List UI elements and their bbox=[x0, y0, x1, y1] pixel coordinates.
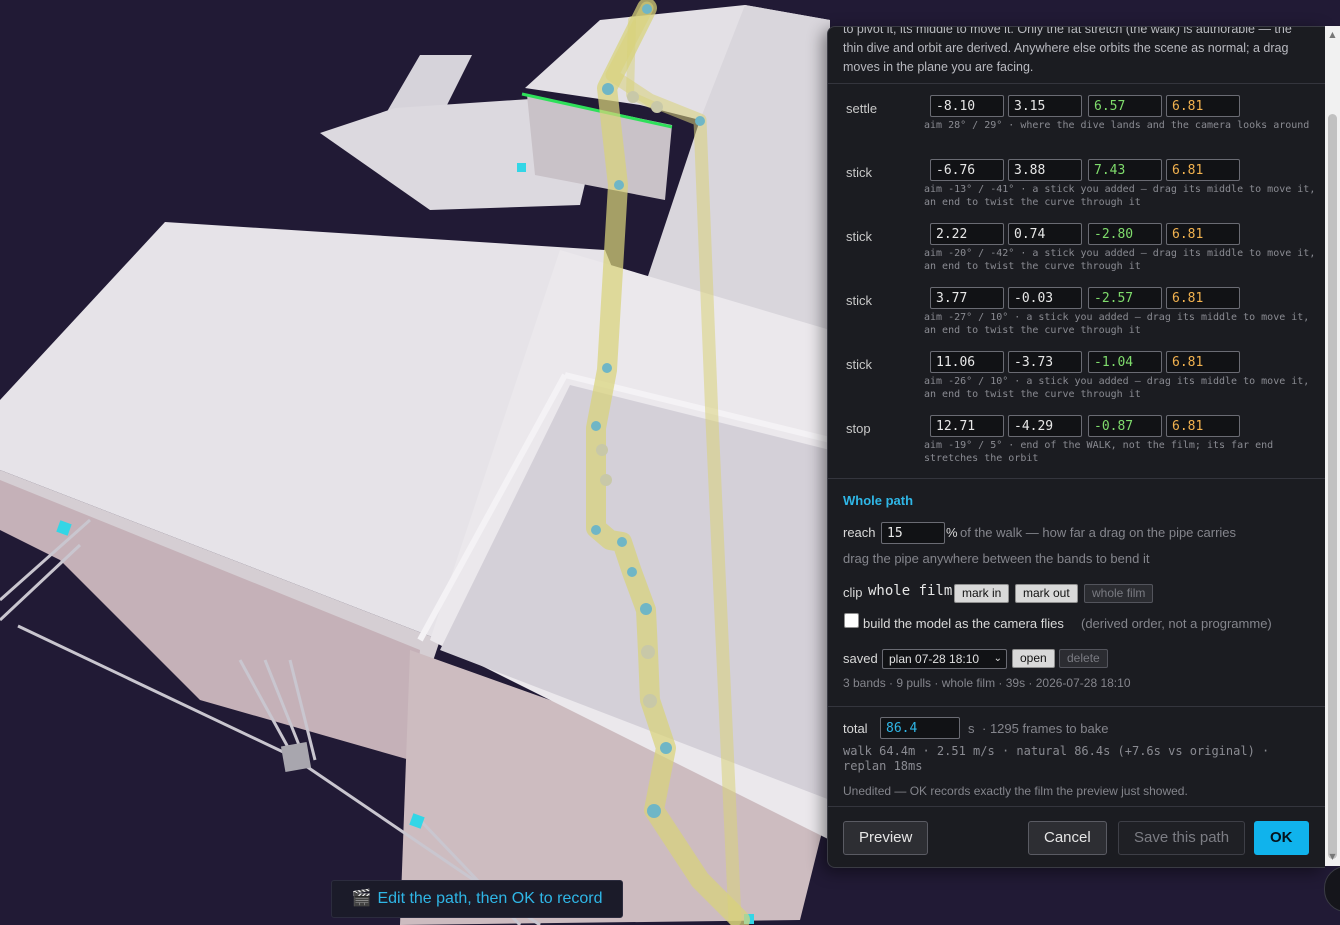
reach-label: reach bbox=[843, 525, 876, 540]
x-input[interactable] bbox=[930, 351, 1004, 373]
walk-stats: walk 64.4m · 2.51 m/s · natural 86.4s (+… bbox=[843, 744, 1270, 773]
whole-path-title: Whole path bbox=[843, 493, 914, 508]
toast-text: Edit the path, then OK to record bbox=[377, 890, 603, 907]
total-seconds-input[interactable] bbox=[880, 717, 960, 739]
panel-scrollbar[interactable]: ▲ ▼ bbox=[1325, 26, 1340, 866]
x-input[interactable] bbox=[930, 223, 1004, 245]
point-name: settle bbox=[846, 101, 878, 116]
total-unit: s bbox=[968, 721, 975, 736]
mark-in-button[interactable]: mark in bbox=[954, 584, 1010, 603]
height-input[interactable] bbox=[1166, 287, 1240, 309]
point-name: stop bbox=[846, 421, 871, 436]
y-input[interactable] bbox=[1088, 287, 1162, 309]
z-input[interactable] bbox=[1008, 351, 1082, 373]
point-name: stick bbox=[846, 357, 872, 372]
ok-button[interactable]: OK bbox=[1254, 821, 1309, 855]
preview-button[interactable]: Preview bbox=[843, 821, 929, 855]
x-input[interactable] bbox=[930, 415, 1004, 437]
path-editor-panel: to pivot it, its middle to move it. Only… bbox=[827, 26, 1325, 868]
delete-button[interactable]: delete bbox=[1059, 649, 1108, 668]
x-input[interactable] bbox=[930, 287, 1004, 309]
saved-label: saved bbox=[843, 651, 878, 666]
height-input[interactable] bbox=[1166, 415, 1240, 437]
open-button[interactable]: open bbox=[1012, 649, 1055, 668]
y-input[interactable] bbox=[1088, 223, 1162, 245]
point-name: stick bbox=[846, 293, 872, 308]
z-input[interactable] bbox=[1008, 159, 1082, 181]
frames-to-bake: · 1295 frames to bake bbox=[982, 721, 1109, 736]
scrollbar-thumb[interactable] bbox=[1328, 114, 1337, 859]
z-input[interactable] bbox=[1008, 287, 1082, 309]
edit-status: Unedited — OK records exactly the film t… bbox=[843, 784, 1188, 798]
z-input[interactable] bbox=[1008, 415, 1082, 437]
point-row-stick: stick aim -26° / 10° · a stick you added… bbox=[846, 351, 1316, 413]
build-model-hint: (derived order, not a programme) bbox=[1081, 616, 1272, 631]
reach-unit: % bbox=[946, 525, 958, 540]
build-model-checkbox[interactable] bbox=[844, 613, 859, 628]
drag-hint: drag the pipe anywhere between the bands… bbox=[843, 551, 1150, 566]
whole-film-button[interactable]: whole film bbox=[1084, 584, 1154, 603]
point-row-stick: stick aim -20° / -42° · a stick you adde… bbox=[846, 223, 1316, 285]
point-name: stick bbox=[846, 229, 872, 244]
divider bbox=[828, 706, 1325, 707]
scroll-up-icon[interactable]: ▲ bbox=[1325, 28, 1340, 42]
z-input[interactable] bbox=[1008, 223, 1082, 245]
reach-hint: of the walk — how far a drag on the pipe… bbox=[960, 525, 1237, 540]
height-input[interactable] bbox=[1166, 95, 1240, 117]
divider bbox=[828, 83, 1325, 84]
scroll-down-icon[interactable]: ▼ bbox=[1325, 850, 1340, 864]
point-row-stick: stick aim -13° / -41° · a stick you adde… bbox=[846, 159, 1316, 221]
y-input[interactable] bbox=[1088, 415, 1162, 437]
saved-plan-select[interactable]: plan 07-28 18:10 ⌄ bbox=[882, 649, 1007, 669]
intro-text: to pivot it, its middle to move it. Only… bbox=[843, 26, 1292, 74]
reach-input[interactable] bbox=[881, 522, 945, 544]
brace-joint bbox=[280, 741, 312, 773]
save-path-button[interactable]: Save this path bbox=[1118, 821, 1246, 855]
cancel-button[interactable]: Cancel bbox=[1028, 821, 1107, 855]
saved-plan-value: plan 07-28 18:10 bbox=[889, 652, 980, 666]
divider bbox=[828, 478, 1325, 479]
point-description: aim -26° / 10° · a stick you added — dra… bbox=[924, 376, 1310, 400]
x-input[interactable] bbox=[930, 159, 1004, 181]
point-row-stick: stick aim -27° / 10° · a stick you added… bbox=[846, 287, 1316, 349]
point-description: aim -13° / -41° · a stick you added — dr… bbox=[924, 184, 1316, 208]
y-input[interactable] bbox=[1088, 95, 1162, 117]
height-input[interactable] bbox=[1166, 351, 1240, 373]
point-name: stick bbox=[846, 165, 872, 180]
total-label: total bbox=[843, 721, 868, 736]
mark-out-button[interactable]: mark out bbox=[1015, 584, 1078, 603]
clip-value: whole film bbox=[868, 583, 953, 599]
record-hint-toast: 🎬 Edit the path, then OK to record bbox=[331, 880, 623, 918]
height-input[interactable] bbox=[1166, 223, 1240, 245]
point-description: aim -27° / 10° · a stick you added — dra… bbox=[924, 312, 1310, 336]
build-model-label: build the model as the camera flies bbox=[863, 616, 1064, 631]
point-row-settle: settle aim 28° / 29° · where the dive la… bbox=[846, 95, 1316, 157]
saved-info: 3 bands · 9 pulls · whole film · 39s · 2… bbox=[843, 676, 1131, 690]
clip-label: clip bbox=[843, 585, 863, 600]
y-input[interactable] bbox=[1088, 159, 1162, 181]
point-row-stop: stop aim -19° / 5° · end of the WALK, no… bbox=[846, 415, 1316, 477]
point-description: aim 28° / 29° · where the dive lands and… bbox=[924, 120, 1310, 131]
height-input[interactable] bbox=[1166, 159, 1240, 181]
clapper-icon: 🎬 bbox=[351, 890, 372, 907]
divider bbox=[828, 806, 1325, 807]
point-description: aim -20° / -42° · a stick you added — dr… bbox=[924, 248, 1316, 272]
x-input[interactable] bbox=[930, 95, 1004, 117]
z-input[interactable] bbox=[1008, 95, 1082, 117]
chevron-down-icon: ⌄ bbox=[993, 653, 1002, 664]
point-description: aim -19° / 5° · end of the WALK, not the… bbox=[924, 440, 1274, 464]
y-input[interactable] bbox=[1088, 351, 1162, 373]
